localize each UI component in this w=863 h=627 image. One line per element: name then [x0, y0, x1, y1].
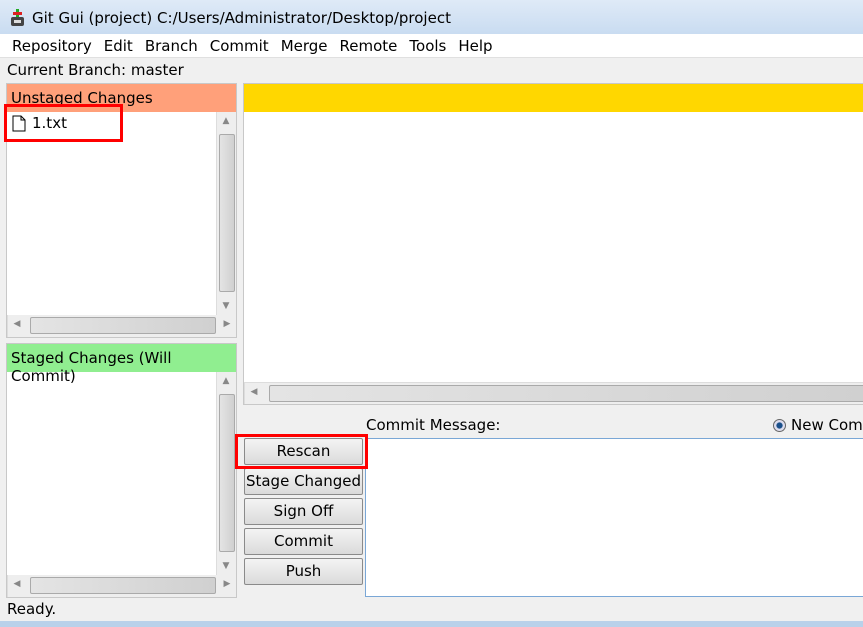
menu-edit[interactable]: Edit — [98, 34, 139, 57]
current-branch-label: Current Branch: master — [7, 61, 184, 79]
menu-help[interactable]: Help — [452, 34, 498, 57]
menu-repository[interactable]: Repository — [6, 34, 98, 57]
staged-hscrollbar[interactable]: ◀ ▶ — [7, 575, 236, 597]
highlight-box-rescan — [235, 434, 368, 469]
radio-selected-icon — [773, 418, 786, 432]
menu-bar: Repository Edit Branch Commit Merge Remo… — [0, 34, 863, 58]
highlight-box-file — [4, 104, 123, 142]
commit-message-input[interactable] — [365, 438, 863, 597]
diff-pane — [243, 83, 863, 405]
title-bar: Git Gui (project) C:/Users/Administrator… — [0, 0, 863, 34]
radio-label: New Commit — [791, 416, 863, 434]
sign-off-button[interactable]: Sign Off — [244, 498, 363, 525]
menu-tools[interactable]: Tools — [403, 34, 452, 57]
new-commit-radio[interactable]: New Commit — [773, 416, 863, 434]
git-gui-icon — [11, 9, 24, 26]
commit-button[interactable]: Commit — [244, 528, 363, 555]
stage-changed-button[interactable]: Stage Changed — [244, 468, 363, 495]
window-title: Git Gui (project) C:/Users/Administrator… — [32, 9, 451, 27]
window-border — [0, 621, 863, 627]
staged-header: Staged Changes (Will Commit) — [7, 344, 236, 385]
diff-hscrollbar[interactable]: ◀ — [244, 382, 863, 404]
push-button[interactable]: Push — [244, 558, 363, 585]
unstaged-hscrollbar[interactable]: ◀ ▶ — [7, 315, 236, 337]
menu-commit[interactable]: Commit — [204, 34, 275, 57]
unstaged-vscrollbar[interactable]: ▲ ▼ — [216, 112, 236, 315]
diff-header — [244, 84, 863, 112]
menu-merge[interactable]: Merge — [275, 34, 334, 57]
menu-branch[interactable]: Branch — [139, 34, 204, 57]
status-text: Ready. — [7, 600, 57, 618]
menu-remote[interactable]: Remote — [334, 34, 404, 57]
staged-vscrollbar[interactable]: ▲ ▼ — [216, 372, 236, 575]
commit-message-label: Commit Message: — [366, 416, 501, 434]
